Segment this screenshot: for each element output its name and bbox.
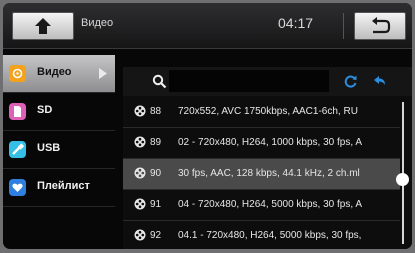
chevron-right-icon	[99, 68, 107, 79]
item-title: 30 fps, AAC, 128 kbps, 44.1 kHz, 2 ch.ml	[178, 168, 360, 179]
sidebar-item-playlist[interactable]: Плейлист	[3, 169, 115, 207]
clock: 04:17	[278, 15, 314, 31]
sidebar-item-label: SD	[37, 104, 53, 116]
sidebar-item-label: Видео	[37, 66, 72, 78]
list-item[interactable]: 89 02 - 720x480, H264, 1000 kbps, 30 fps…	[123, 128, 400, 159]
item-number: 91	[150, 199, 162, 210]
list-item-selected[interactable]: 90 30 fps, AAC, 128 kbps, 44.1 kHz, 2 ch…	[123, 159, 400, 190]
film-reel-icon	[134, 198, 146, 210]
sidebar-item-usb[interactable]: USB	[3, 131, 115, 169]
sidebar: Видео SD USB Плейлист	[3, 55, 115, 207]
home-button[interactable]	[12, 12, 74, 40]
search-icon[interactable]	[152, 74, 167, 89]
scrollbar-thumb[interactable]	[396, 173, 409, 186]
item-title: 04 - 720x480, H264, 5000 kbps, 30 fps, A	[178, 199, 363, 210]
list-toolbar	[123, 67, 412, 96]
film-reel-icon	[134, 105, 146, 117]
film-reel-icon	[134, 136, 146, 148]
sidebar-item-label: Плейлист	[37, 180, 90, 192]
header-divider	[343, 13, 344, 39]
list-item[interactable]: 88 720x552, AVC 1750kbps, AAC1-6ch, RU	[123, 97, 400, 128]
back-button[interactable]	[354, 12, 406, 40]
usb-icon	[9, 141, 26, 158]
list-item[interactable]: 92 04.1 - 720x480, H264, 5000 kbps, 30 f…	[123, 221, 400, 249]
sd-card-icon	[9, 103, 26, 120]
sidebar-item-label: USB	[37, 142, 61, 154]
up-folder-icon[interactable]	[371, 73, 387, 89]
sidebar-item-sd[interactable]: SD	[3, 93, 115, 131]
item-number: 90	[150, 168, 162, 179]
item-number: 89	[150, 137, 162, 148]
film-reel-icon	[134, 229, 146, 241]
item-title: 720x552, AVC 1750kbps, AAC1-6ch, RU	[178, 106, 358, 117]
item-title: 02 - 720x480, H264, 1000 kbps, 30 fps, A	[178, 137, 363, 148]
search-input[interactable]	[169, 70, 329, 92]
item-title: 04.1 - 720x480, H264, 5000 kbps, 30 fps,	[178, 230, 362, 241]
home-icon	[35, 18, 51, 34]
screen: Видео 04:17 Видео SD USB Плейлист 88 720…	[3, 3, 412, 249]
item-number: 92	[150, 230, 162, 241]
sidebar-item-video[interactable]: Видео	[3, 55, 115, 93]
list-item[interactable]: 91 04 - 720x480, H264, 5000 kbps, 30 fps…	[123, 190, 400, 221]
return-icon	[372, 17, 391, 34]
refresh-icon[interactable]	[343, 74, 358, 89]
page-title: Видео	[81, 17, 114, 29]
film-reel-icon	[134, 167, 146, 179]
header-bar: Видео 04:17	[3, 3, 412, 49]
playlist-heart-icon	[9, 179, 26, 196]
item-number: 88	[150, 106, 162, 117]
file-list-panel: 88 720x552, AVC 1750kbps, AAC1-6ch, RU 8…	[123, 67, 412, 249]
video-icon	[9, 65, 26, 82]
